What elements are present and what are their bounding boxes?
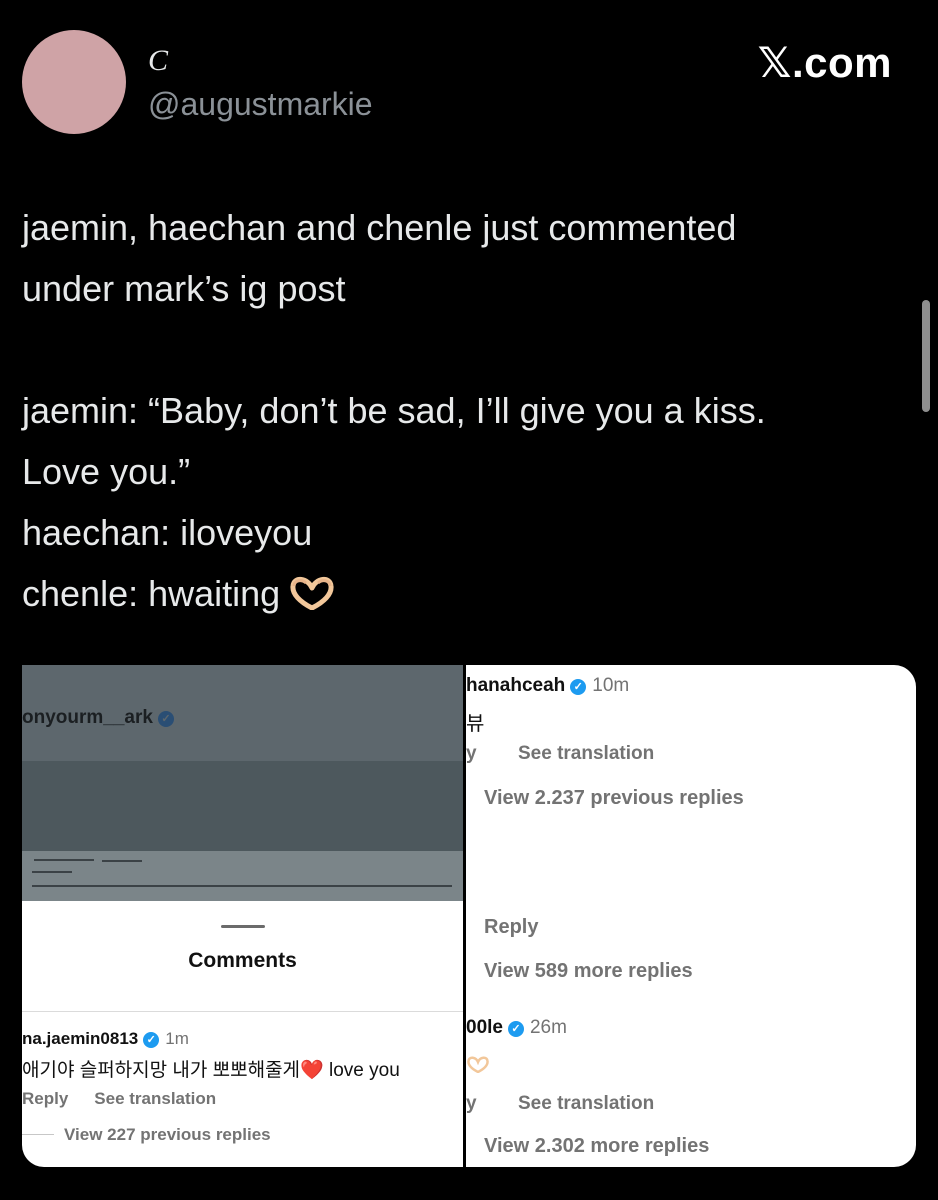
tweet-line: haechan: iloveyou — [22, 512, 313, 553]
view-previous-replies[interactable]: View 2.237 previous replies — [484, 787, 744, 810]
reply-button-fragment[interactable]: y — [466, 743, 477, 764]
view-previous-replies[interactable]: View 227 previous replies — [22, 1125, 271, 1145]
instagram-post-header: onyourm__ark ✓ — [22, 665, 463, 761]
comment-text: 뷰 — [466, 713, 485, 735]
comment-actions: Reply See translation — [22, 1089, 216, 1109]
tweet-line: chenle: hwaiting — [22, 573, 281, 614]
see-translation-button[interactable]: See translation — [518, 1093, 654, 1115]
comment-text: 애기야 슬퍼하지망 내가 뽀뽀해줄게❤️ love you — [22, 1060, 400, 1081]
tweet-line-last: chenle: hwaiting — [22, 563, 912, 628]
comment-time: 10m — [592, 675, 630, 696]
red-heart-icon: ❤️ — [300, 1060, 324, 1081]
comment-time: 26m — [529, 1017, 567, 1038]
comment-username[interactable]: hanahceah ✓ 10m — [466, 675, 629, 697]
scrollbar[interactable] — [922, 300, 930, 412]
tweet-line: Love you.” — [22, 451, 191, 492]
display-name[interactable]: C — [148, 44, 168, 78]
left-screenshot[interactable]: onyourm__ark ✓ Comments na.jaemin0813 ✓ 1m … — [22, 665, 463, 1167]
sheet-drag-handle[interactable] — [221, 925, 265, 928]
reply-button-fragment[interactable]: y — [466, 1093, 477, 1114]
reply-button[interactable]: Reply — [22, 1089, 68, 1108]
view-more-replies[interactable]: View 589 more replies — [484, 960, 693, 983]
heart-hands-icon — [466, 1055, 490, 1079]
handwritten-note-image — [22, 851, 463, 901]
x-logo-icon: 𝕏 — [757, 38, 792, 87]
verified-badge-icon: ✓ — [157, 711, 174, 727]
divider — [22, 1011, 463, 1012]
comment-actions: y See translation — [466, 1093, 654, 1115]
verified-badge-icon: ✓ — [143, 1032, 160, 1048]
x-com-watermark: 𝕏.com — [758, 38, 892, 87]
comment-time: 1m — [165, 1029, 189, 1048]
heart-hands-icon — [288, 567, 336, 628]
see-translation-button[interactable]: See translation — [518, 743, 654, 765]
reply-button[interactable]: Reply — [484, 916, 538, 939]
view-more-replies[interactable]: View 2.302 more replies — [484, 1135, 709, 1158]
see-translation-button[interactable]: See translation — [94, 1089, 216, 1108]
comment-actions: y See translation — [466, 743, 654, 765]
post-username: onyourm__ark ✓ — [22, 707, 174, 729]
tweet-line: jaemin, haechan and chenle just commente… — [22, 207, 737, 248]
tweet-line: under mark’s ig post — [22, 268, 346, 309]
avatar[interactable] — [22, 30, 126, 134]
tweet-text: jaemin, haechan and chenle just commente… — [22, 197, 912, 628]
comment-username[interactable]: na.jaemin0813 ✓ 1m — [22, 1029, 189, 1049]
right-screenshot[interactable]: hanahceah ✓ 10m 뷰 y See translation View 2.… — [466, 665, 916, 1167]
tweet-line: jaemin: “Baby, don’t be sad, I’ll give y… — [22, 390, 766, 431]
comments-title: Comments — [188, 949, 297, 972]
verified-badge-icon: ✓ — [507, 1021, 524, 1037]
user-handle[interactable]: @augustmarkie — [148, 86, 373, 123]
brand-suffix: .com — [791, 39, 892, 86]
reply-thread-line — [22, 1134, 54, 1135]
comment-username[interactable]: 00le ✓ 26m — [466, 1017, 567, 1039]
verified-badge-icon: ✓ — [570, 679, 587, 695]
